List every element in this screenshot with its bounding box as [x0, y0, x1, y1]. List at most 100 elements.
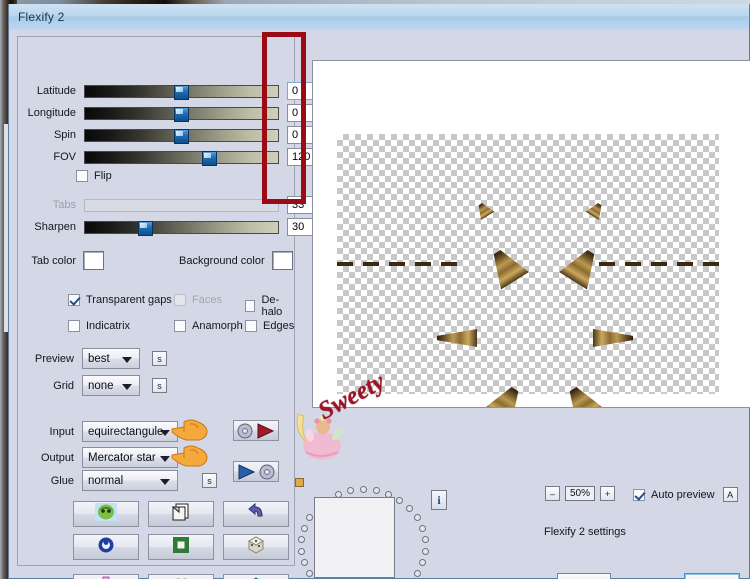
- auto-preview-checkbox[interactable]: [633, 488, 645, 501]
- select-preview[interactable]: best: [82, 348, 140, 369]
- navigator-ring-dot[interactable]: [372, 487, 380, 495]
- navigator-ring-dot[interactable]: [413, 514, 421, 521]
- info-icon: i: [437, 492, 441, 507]
- zoom-in-button[interactable]: +: [600, 486, 616, 501]
- slider-track-spin[interactable]: [84, 128, 279, 144]
- projection-select-output[interactable]: Mercator star: [82, 447, 178, 468]
- settings-caption: Flexify 2 settings: [544, 526, 626, 538]
- navigator-ring-dot[interactable]: [418, 559, 426, 567]
- projection-select-input[interactable]: equirectangule: [82, 421, 178, 442]
- broom-upper-left: [483, 243, 529, 289]
- navigator-ring-dot[interactable]: [421, 547, 429, 555]
- preview-pane[interactable]: [312, 60, 750, 408]
- navigator-ring-dot[interactable]: [413, 570, 421, 577]
- sphere-icon: [96, 536, 116, 559]
- option-row-edges: Edges: [245, 320, 294, 332]
- flip-checkbox[interactable]: [76, 170, 88, 182]
- copy-layers-button[interactable]: [148, 501, 214, 527]
- navigator-ring-dot[interactable]: [421, 536, 429, 544]
- reset-preview-button[interactable]: s: [152, 351, 167, 366]
- navigator-ring-dot[interactable]: [306, 514, 314, 521]
- select-grid[interactable]: none: [82, 375, 140, 396]
- navigator-ring-dot[interactable]: [406, 504, 414, 512]
- select-row-preview: Preview best s: [26, 348, 167, 369]
- dice-button[interactable]: [223, 534, 289, 560]
- checkbox-label-transparent-gaps: Transparent gaps: [86, 294, 172, 306]
- undo-reset-button[interactable]: [223, 501, 289, 527]
- slider-track-tabs[interactable]: [84, 198, 279, 212]
- option-row-faces: Faces: [174, 294, 222, 306]
- slider-thumb-longitude[interactable]: [174, 106, 189, 122]
- projection-select-glue[interactable]: normal: [82, 470, 178, 491]
- slider-thumb-latitude[interactable]: [174, 84, 189, 100]
- window-body: Latitude 0 Longitude 0 Spin 0 FOV 120 Tabs 33 Shar…: [9, 30, 750, 579]
- navigator-ring-dot[interactable]: [418, 524, 426, 532]
- polyhedron-button[interactable]: [223, 574, 289, 579]
- dice-icon: [246, 535, 266, 559]
- title-bar: Flexify 2: [9, 4, 749, 31]
- slider-track-longitude[interactable]: [84, 106, 279, 122]
- cross-net-button[interactable]: [73, 574, 139, 579]
- info-button[interactable]: i: [431, 490, 447, 510]
- projection-label-glue: Glue: [50, 474, 74, 487]
- option-row-indicatrix: Indicatrix: [68, 320, 130, 332]
- fit-to-window-button[interactable]: A: [722, 487, 738, 502]
- reset-glue-button[interactable]: s: [202, 473, 217, 488]
- slider-thumb-sharpen[interactable]: [138, 220, 153, 236]
- projection-value-glue: normal: [88, 474, 124, 487]
- slider-track-fov[interactable]: [84, 150, 279, 166]
- broom-left: [437, 329, 477, 347]
- checkbox-de-halo[interactable]: [245, 300, 256, 312]
- checkbox-label-faces: Faces: [192, 294, 222, 306]
- dash-line-right: [599, 262, 719, 266]
- sphere-button[interactable]: [73, 534, 139, 560]
- load-image-button[interactable]: [73, 501, 139, 527]
- slider-track-latitude[interactable]: [84, 84, 279, 100]
- checkbox-label-edges: Edges: [263, 320, 295, 332]
- navigator-ring-dot[interactable]: [347, 487, 355, 495]
- background-color-swatch[interactable]: [271, 251, 293, 270]
- navigator-ring-dot[interactable]: [301, 559, 309, 567]
- reset-grid-button[interactable]: s: [152, 378, 167, 393]
- pointing-hand-output-icon: [171, 445, 208, 467]
- background-color-label: Background color: [179, 254, 265, 267]
- zoom-out-button[interactable]: –: [545, 486, 560, 501]
- tip-top-left: [474, 200, 495, 220]
- cancel-button[interactable]: Cancel: [557, 573, 611, 579]
- checkbox-edges[interactable]: [245, 320, 257, 332]
- navigator-ring-dot[interactable]: [301, 524, 309, 532]
- navigator-handle[interactable]: [295, 478, 304, 487]
- checkbox-anamorph[interactable]: [174, 320, 186, 332]
- slider-track-sharpen[interactable]: [84, 220, 279, 236]
- lego-brick-button[interactable]: [148, 574, 214, 579]
- zoom-level-label: 50%: [565, 486, 596, 501]
- navigator-ring-dot[interactable]: [298, 536, 306, 544]
- chevron-down-icon: [160, 478, 170, 485]
- checkbox-indicatrix[interactable]: [68, 320, 80, 332]
- tab-color-swatch[interactable]: [83, 251, 104, 270]
- ok-button[interactable]: OK: [684, 573, 740, 579]
- projection-label-input: Input: [49, 425, 74, 438]
- navigator-thumbnail[interactable]: [314, 497, 395, 578]
- checkbox-label-indicatrix: Indicatrix: [86, 320, 131, 332]
- option-row-de-halo: De-halo: [245, 294, 294, 318]
- checkbox-faces: [174, 294, 186, 306]
- background-color-row: Background color: [179, 251, 293, 270]
- select-label-grid: Grid: [53, 379, 74, 392]
- navigator-ring-dot[interactable]: [298, 547, 306, 555]
- select-row-grid: Grid none s: [26, 375, 167, 396]
- save-settings-button[interactable]: [233, 461, 279, 482]
- slider-label-spin: Spin: [53, 129, 76, 141]
- slider-thumb-fov[interactable]: [202, 150, 217, 166]
- navigator-ring-dot[interactable]: [360, 486, 367, 493]
- tab-color-label: Tab color: [31, 254, 76, 267]
- projection-value-input: equirectangule: [88, 425, 164, 438]
- checkbox-transparent-gaps[interactable]: [68, 294, 80, 306]
- load-settings-button[interactable]: [233, 420, 279, 441]
- tip-top-right: [586, 200, 607, 220]
- square-frame-button[interactable]: [148, 534, 214, 560]
- slider-thumb-spin[interactable]: [174, 128, 189, 144]
- navigator-ring-dot[interactable]: [396, 496, 404, 504]
- navigator-ring-dot[interactable]: [306, 570, 314, 577]
- chevron-down-icon: [122, 356, 132, 363]
